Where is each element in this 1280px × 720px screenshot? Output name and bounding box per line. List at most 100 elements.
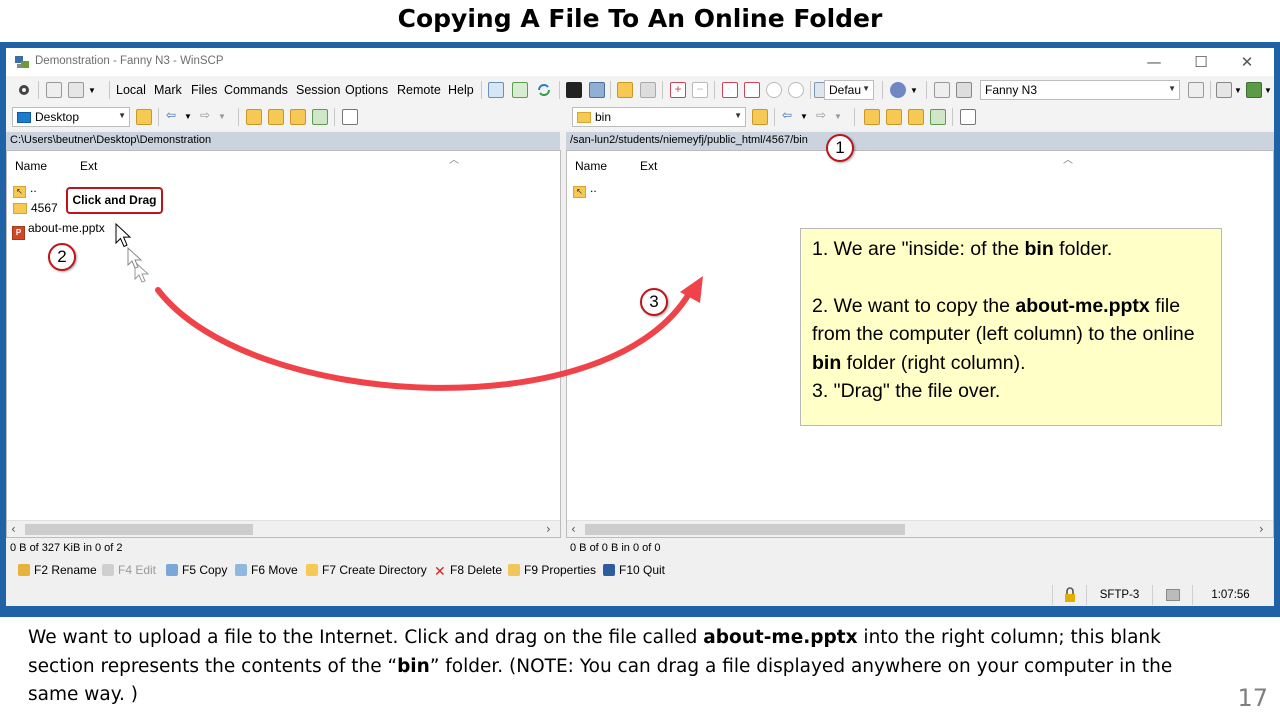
menu-mark[interactable]: Mark [154,83,182,97]
chevron-down-icon[interactable]: ▼ [800,112,808,121]
synchronize-icon[interactable] [512,82,528,98]
move-button[interactable]: F6 Move [235,563,298,577]
quit-button[interactable]: F10 Quit [603,563,665,577]
refresh-icon[interactable] [930,109,946,125]
putty-icon[interactable] [589,82,605,98]
close-button[interactable]: ✕ [1227,51,1267,73]
forward-icon[interactable]: ⇨ [816,108,826,122]
scroll-thumb[interactable] [585,524,905,535]
local-path-bar[interactable]: C:\Users\beutner\Desktop\Demonstration [6,132,560,150]
refresh-icon[interactable] [536,82,552,98]
create-directory-button[interactable]: F7 Create Directory [306,563,427,577]
properties-button[interactable]: F9 Properties [508,563,596,577]
scroll-left-icon[interactable]: ‹ [571,522,576,536]
list-item[interactable]: Pabout-me.pptx [12,221,105,240]
gear-icon[interactable] [16,82,32,98]
layout-icon[interactable] [1216,82,1232,98]
delete-icon: ✕ [434,563,446,579]
tree-icon[interactable] [342,109,358,125]
menu-local[interactable]: Local [116,83,146,97]
scroll-left-icon[interactable]: ‹ [11,522,16,536]
menu-session[interactable]: Session [296,83,340,97]
chevron-down-icon[interactable]: ▼ [218,112,226,121]
queue-icon[interactable] [46,82,62,98]
column-header-ext[interactable]: Ext [640,159,657,173]
delete-button[interactable]: ✕ F8 Delete [434,563,503,579]
find-files-icon[interactable] [617,82,633,98]
remote-status: 0 B of 0 B in 0 of 0 [570,542,661,554]
maximize-button[interactable]: ☐ [1181,51,1221,73]
copy-doc-icon[interactable] [68,82,84,98]
network-cell [1152,585,1192,605]
menu-files[interactable]: Files [191,83,217,97]
chevron-down-icon[interactable]: ▼ [834,112,842,121]
sessions-icon[interactable] [956,82,972,98]
scroll-right-icon[interactable]: › [546,522,551,536]
list-item[interactable]: 4567 [13,201,58,215]
session-options-icon[interactable] [1188,82,1204,98]
page-number: 17 [1237,684,1268,712]
refresh-icon[interactable] [312,109,328,125]
clear-selection-icon[interactable] [766,82,782,98]
chevron-down-icon[interactable]: ▼ [1234,86,1242,95]
menu-help[interactable]: Help [448,83,474,97]
column-header-name[interactable]: Name [15,159,47,173]
binoculars-icon[interactable] [640,82,656,98]
list-item[interactable]: ↖.. [13,181,37,198]
remote-path-bar[interactable]: /san-lun2/students/niemeyfj/public_html/… [566,132,1274,150]
edit-button[interactable]: F4 Edit [102,563,156,577]
copy-button[interactable]: F5 Copy [166,563,227,577]
chevron-down-icon[interactable]: ▼ [910,86,918,95]
root-directory-icon[interactable] [268,109,284,125]
file-name: .. [30,181,37,195]
scroll-thumb[interactable] [25,524,253,535]
remote-horizontal-scrollbar[interactable]: ‹ › [567,520,1273,537]
tree-icon[interactable] [960,109,976,125]
transfer-settings-combo[interactable]: Defau ▼ [824,80,874,100]
remote-location-combo[interactable]: bin ▼ [572,107,746,127]
toolbar-options-icon[interactable] [1246,82,1262,98]
home-icon[interactable] [908,109,924,125]
select-minus-icon[interactable]: − [692,82,708,98]
column-header-name[interactable]: Name [575,159,607,173]
minimize-button[interactable]: — [1134,51,1174,73]
open-folder-icon[interactable] [136,109,152,125]
invert-selection-icon[interactable] [744,82,760,98]
chevron-down-icon[interactable]: ▼ [1264,86,1272,95]
delete-label: F8 Delete [450,563,503,577]
move-icon [235,564,247,576]
session-combo[interactable]: Fanny N3 ▼ [980,80,1180,100]
new-session-icon[interactable] [934,82,950,98]
menu-options[interactable]: Options [345,83,388,97]
chevron-down-icon[interactable]: ▼ [184,112,192,121]
chevron-down-icon[interactable]: ▼ [88,86,96,95]
select-plus-icon[interactable]: + [670,82,686,98]
preferences-icon[interactable] [890,82,906,98]
slide-title: Copying A File To An Online Folder [397,4,883,33]
column-header-ext[interactable]: Ext [80,159,97,173]
menu-commands[interactable]: Commands [224,83,288,97]
back-icon[interactable]: ⇦ [166,108,176,122]
scroll-right-icon[interactable]: › [1259,522,1264,536]
menu-remote[interactable]: Remote [397,83,441,97]
parent-directory-icon[interactable] [864,109,880,125]
sync-browse-icon[interactable] [488,82,504,98]
filter-icon[interactable] [722,82,738,98]
local-location-value: Desktop [35,110,80,124]
local-horizontal-scrollbar[interactable]: ‹ › [7,520,560,537]
step-badge-2: 2 [48,243,76,271]
lock-icon [1064,587,1075,602]
local-location-combo[interactable]: Desktop ▼ [12,107,130,127]
list-item[interactable]: ↖.. [573,181,597,198]
protocol-indicator: SFTP-3 [1086,585,1152,605]
file-name: about-me.pptx [28,221,105,235]
home-icon[interactable] [290,109,306,125]
open-folder-icon[interactable] [752,109,768,125]
parent-directory-icon[interactable] [246,109,262,125]
root-directory-icon[interactable] [886,109,902,125]
restore-selection-icon[interactable] [788,82,804,98]
back-icon[interactable]: ⇦ [782,108,792,122]
forward-icon[interactable]: ⇨ [200,108,210,122]
rename-button[interactable]: F2 Rename [18,563,97,577]
terminal-icon[interactable] [566,82,582,98]
